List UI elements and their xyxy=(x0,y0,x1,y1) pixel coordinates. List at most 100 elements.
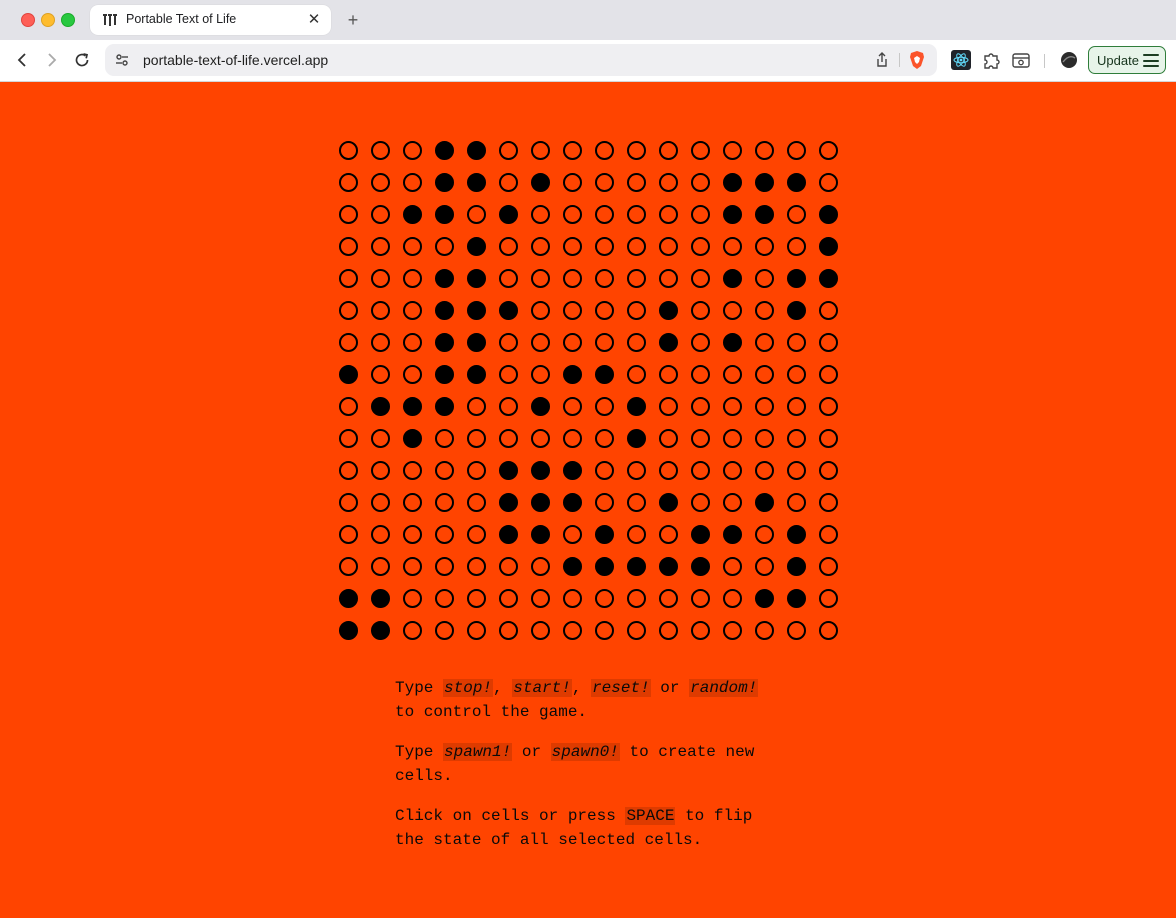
grid-cell[interactable] xyxy=(428,198,460,230)
grid-cell[interactable] xyxy=(652,550,684,582)
grid-cell[interactable] xyxy=(396,486,428,518)
grid-cell[interactable] xyxy=(748,550,780,582)
grid-cell[interactable] xyxy=(716,166,748,198)
grid-cell[interactable] xyxy=(652,390,684,422)
grid-cell[interactable] xyxy=(332,518,364,550)
grid-cell[interactable] xyxy=(620,198,652,230)
grid-cell[interactable] xyxy=(332,294,364,326)
grid-cell[interactable] xyxy=(780,550,812,582)
grid-cell[interactable] xyxy=(364,134,396,166)
reload-button[interactable] xyxy=(70,48,94,72)
grid-cell[interactable] xyxy=(332,326,364,358)
grid-cell[interactable] xyxy=(588,326,620,358)
back-button[interactable] xyxy=(10,48,34,72)
grid-cell[interactable] xyxy=(812,262,844,294)
grid-cell[interactable] xyxy=(364,550,396,582)
grid-cell[interactable] xyxy=(428,390,460,422)
grid-cell[interactable] xyxy=(780,166,812,198)
grid-cell[interactable] xyxy=(492,582,524,614)
grid-cell[interactable] xyxy=(780,614,812,646)
grid-cell[interactable] xyxy=(748,326,780,358)
grid-cell[interactable] xyxy=(812,518,844,550)
grid-cell[interactable] xyxy=(620,358,652,390)
grid-cell[interactable] xyxy=(812,582,844,614)
grid-cell[interactable] xyxy=(620,294,652,326)
grid-cell[interactable] xyxy=(620,262,652,294)
grid-cell[interactable] xyxy=(652,198,684,230)
grid-cell[interactable] xyxy=(396,262,428,294)
grid-cell[interactable] xyxy=(748,614,780,646)
grid-cell[interactable] xyxy=(460,582,492,614)
grid-cell[interactable] xyxy=(460,614,492,646)
react-devtools-icon[interactable] xyxy=(951,50,971,70)
grid-cell[interactable] xyxy=(684,294,716,326)
grid-cell[interactable] xyxy=(428,518,460,550)
grid-cell[interactable] xyxy=(716,262,748,294)
grid-cell[interactable] xyxy=(396,454,428,486)
grid-cell[interactable] xyxy=(620,326,652,358)
grid-cell[interactable] xyxy=(748,358,780,390)
grid-cell[interactable] xyxy=(556,614,588,646)
grid-cell[interactable] xyxy=(780,326,812,358)
grid-cell[interactable] xyxy=(780,486,812,518)
grid-cell[interactable] xyxy=(684,454,716,486)
grid-cell[interactable] xyxy=(524,422,556,454)
grid-cell[interactable] xyxy=(620,518,652,550)
grid-cell[interactable] xyxy=(428,582,460,614)
grid-cell[interactable] xyxy=(396,582,428,614)
grid-cell[interactable] xyxy=(812,198,844,230)
grid-cell[interactable] xyxy=(492,454,524,486)
grid-cell[interactable] xyxy=(332,550,364,582)
grid-cell[interactable] xyxy=(716,454,748,486)
grid-cell[interactable] xyxy=(492,614,524,646)
grid-cell[interactable] xyxy=(396,166,428,198)
grid-cell[interactable] xyxy=(332,198,364,230)
grid-cell[interactable] xyxy=(780,422,812,454)
grid-cell[interactable] xyxy=(492,262,524,294)
zoom-window-button[interactable] xyxy=(61,13,75,27)
grid-cell[interactable] xyxy=(716,486,748,518)
grid-cell[interactable] xyxy=(588,166,620,198)
grid-cell[interactable] xyxy=(364,358,396,390)
grid-cell[interactable] xyxy=(620,166,652,198)
grid-cell[interactable] xyxy=(460,550,492,582)
grid-cell[interactable] xyxy=(588,486,620,518)
grid-cell[interactable] xyxy=(748,262,780,294)
grid-cell[interactable] xyxy=(812,326,844,358)
browser-tab-active[interactable]: Portable Text of Life ✕ xyxy=(90,5,331,35)
grid-cell[interactable] xyxy=(556,262,588,294)
grid-cell[interactable] xyxy=(524,454,556,486)
grid-cell[interactable] xyxy=(428,454,460,486)
grid-cell[interactable] xyxy=(396,614,428,646)
grid-cell[interactable] xyxy=(748,582,780,614)
grid-cell[interactable] xyxy=(332,262,364,294)
grid-cell[interactable] xyxy=(588,198,620,230)
site-settings-icon[interactable] xyxy=(114,52,130,68)
grid-cell[interactable] xyxy=(652,582,684,614)
grid-cell[interactable] xyxy=(588,294,620,326)
grid-cell[interactable] xyxy=(556,294,588,326)
grid-cell[interactable] xyxy=(524,550,556,582)
grid-cell[interactable] xyxy=(556,134,588,166)
grid-cell[interactable] xyxy=(332,454,364,486)
grid-cell[interactable] xyxy=(812,358,844,390)
grid-cell[interactable] xyxy=(556,582,588,614)
grid-cell[interactable] xyxy=(684,262,716,294)
address-bar[interactable]: portable-text-of-life.vercel.app xyxy=(105,44,937,76)
grid-cell[interactable] xyxy=(780,134,812,166)
grid-cell[interactable] xyxy=(684,166,716,198)
grid-cell[interactable] xyxy=(460,486,492,518)
grid-cell[interactable] xyxy=(588,134,620,166)
grid-cell[interactable] xyxy=(748,134,780,166)
grid-cell[interactable] xyxy=(492,550,524,582)
grid-cell[interactable] xyxy=(588,614,620,646)
grid-cell[interactable] xyxy=(652,422,684,454)
grid-cell[interactable] xyxy=(652,262,684,294)
grid-cell[interactable] xyxy=(812,614,844,646)
close-window-button[interactable] xyxy=(21,13,35,27)
grid-cell[interactable] xyxy=(716,230,748,262)
grid-cell[interactable] xyxy=(428,294,460,326)
grid-cell[interactable] xyxy=(748,422,780,454)
grid-cell[interactable] xyxy=(492,166,524,198)
grid-cell[interactable] xyxy=(524,486,556,518)
